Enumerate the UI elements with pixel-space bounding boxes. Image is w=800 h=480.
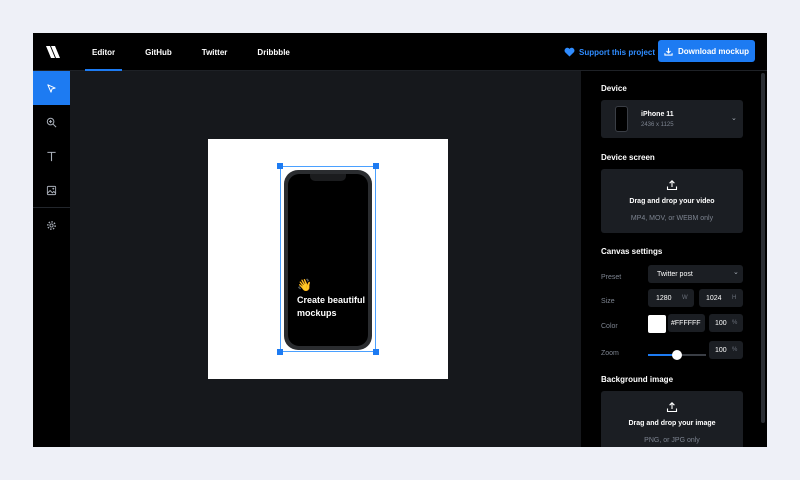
- image-drop-title: Drag and drop your image: [628, 420, 716, 427]
- height-input[interactable]: 1024 H: [699, 289, 743, 307]
- image-icon: [46, 185, 57, 195]
- chevron-down-icon: ⌄: [733, 269, 739, 276]
- phone-screen: 👋 Create beautiful mockups: [288, 174, 368, 346]
- width-unit: W: [682, 295, 688, 301]
- resize-handle-top-left[interactable]: [277, 163, 283, 169]
- color-label: Color: [601, 323, 618, 330]
- zoom-label: Zoom: [601, 350, 619, 357]
- heart-icon: [564, 47, 575, 57]
- resize-handle-bottom-right[interactable]: [373, 349, 379, 355]
- opacity-value: 100: [715, 319, 727, 327]
- download-label: Download mockup: [677, 46, 750, 56]
- device-resolution: 2436 x 1125: [641, 122, 674, 128]
- device-selector[interactable]: iPhone 11 2436 x 1125 ⌄: [601, 100, 743, 138]
- app-window: Editor GitHub Twitter Dribbble Support t…: [33, 33, 767, 447]
- tab-twitter[interactable]: Twitter: [195, 33, 235, 71]
- download-mockup-button[interactable]: Download mockup: [658, 40, 755, 62]
- tool-sidebar: [33, 71, 70, 447]
- background-image-section-title: Background image: [601, 375, 674, 384]
- width-input[interactable]: 1280 W: [648, 289, 694, 307]
- resize-handle-bottom-left[interactable]: [277, 349, 283, 355]
- video-drop-hint: MP4, MOV, or WEBM only: [630, 215, 714, 222]
- device-screen-section-title: Device screen: [601, 153, 655, 162]
- tool-text[interactable]: [33, 139, 70, 173]
- device-name: iPhone 11: [641, 111, 674, 118]
- zoom-value: 100: [715, 346, 727, 354]
- video-drop-title: Drag and drop your video: [629, 198, 715, 205]
- upload-icon: [666, 180, 678, 191]
- iphone-mockup[interactable]: 👋 Create beautiful mockups: [284, 170, 372, 350]
- text-icon: [47, 151, 56, 161]
- phone-headline: Create beautiful mockups: [297, 295, 366, 318]
- tool-select[interactable]: [33, 71, 70, 105]
- device-section-title: Device: [601, 84, 627, 93]
- preset-dropdown[interactable]: Twitter post ⌄: [648, 265, 743, 283]
- download-icon: [664, 47, 673, 56]
- nav-tabs: Editor GitHub Twitter Dribbble: [85, 33, 313, 71]
- zoom-in-icon: [46, 117, 57, 127]
- settings-panel: Device iPhone 11 2436 x 1125 ⌄ Device sc…: [581, 71, 767, 447]
- height-unit: H: [732, 295, 737, 301]
- image-drop-zone[interactable]: Drag and drop your image PNG, or JPG onl…: [601, 391, 743, 447]
- color-hex-input[interactable]: #FFFFFF: [668, 314, 705, 332]
- logo-icon: [46, 46, 60, 58]
- video-drop-zone[interactable]: Drag and drop your video MP4, MOV, or WE…: [601, 169, 743, 233]
- preset-label: Preset: [601, 274, 622, 281]
- size-label: Size: [601, 298, 615, 305]
- tool-image[interactable]: [33, 173, 70, 207]
- zoom-input[interactable]: 100 %: [709, 341, 743, 359]
- gear-icon: [47, 220, 56, 230]
- tool-zoom[interactable]: [33, 105, 70, 139]
- top-bar: Editor GitHub Twitter Dribbble Support t…: [33, 33, 767, 71]
- zoom-slider[interactable]: [648, 350, 706, 360]
- preset-value: Twitter post: [657, 270, 693, 278]
- panel-scrollbar[interactable]: [761, 73, 765, 423]
- mockup-canvas[interactable]: 👋 Create beautiful mockups: [208, 139, 448, 379]
- tab-dribbble[interactable]: Dribbble: [250, 33, 296, 71]
- chevron-down-icon: ⌄: [731, 115, 737, 122]
- resize-handle-top-right[interactable]: [373, 163, 379, 169]
- color-hex-value: #FFFFFF: [671, 319, 701, 327]
- width-value: 1280: [656, 294, 672, 302]
- canvas-area: 👋 Create beautiful mockups: [70, 71, 581, 447]
- cursor-icon: [47, 83, 56, 93]
- color-swatch[interactable]: [648, 315, 666, 333]
- tab-github[interactable]: GitHub: [138, 33, 179, 71]
- device-thumbnail: [615, 106, 628, 132]
- upload-icon: [666, 402, 678, 413]
- support-label: Support this project: [579, 47, 655, 57]
- opacity-unit: %: [732, 320, 738, 326]
- tab-editor[interactable]: Editor: [85, 33, 123, 71]
- image-drop-hint: PNG, or JPG only: [644, 437, 700, 444]
- canvas-settings-section-title: Canvas settings: [601, 247, 663, 256]
- waving-hand-icon: 👋: [297, 278, 312, 292]
- height-value: 1024: [706, 294, 722, 302]
- zoom-unit: %: [732, 347, 738, 353]
- tool-settings[interactable]: [33, 208, 70, 242]
- support-link[interactable]: Support this project: [564, 45, 655, 59]
- phone-notch: [310, 174, 346, 181]
- opacity-input[interactable]: 100 %: [709, 314, 743, 332]
- zoom-slider-handle[interactable]: [672, 350, 682, 360]
